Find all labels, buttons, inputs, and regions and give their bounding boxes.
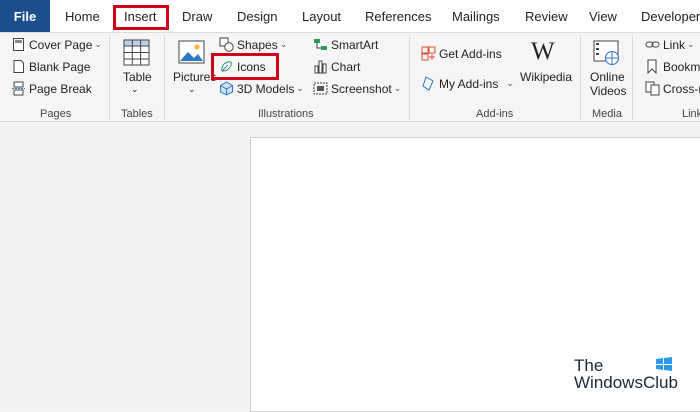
group-label-addins: Add-ins: [476, 108, 514, 120]
bookmark-button[interactable]: Bookma: [645, 59, 700, 74]
tab-home[interactable]: Home: [65, 0, 100, 32]
pictures-icon: [178, 40, 205, 64]
cover-page-button[interactable]: Cover Page ⌄: [11, 37, 102, 52]
chevron-down-icon: ⌄: [393, 83, 402, 93]
screenshot-icon: [313, 82, 328, 95]
chevron-down-icon: ⌄: [279, 39, 288, 49]
group-separator: [164, 36, 165, 120]
group-label-tables: Tables: [121, 108, 153, 120]
chevron-down-icon: ⌄: [188, 84, 196, 94]
cross-reference-button[interactable]: Cross-re: [645, 81, 700, 96]
chevron-down-icon: ⌄: [94, 39, 102, 49]
smartart-button[interactable]: SmartArt: [313, 37, 378, 52]
chevron-down-icon: ⌄: [131, 84, 139, 94]
store-icon: [421, 46, 436, 61]
cover-page-icon: [13, 38, 24, 51]
tab-review[interactable]: Review: [525, 0, 568, 32]
3d-cube-icon: [220, 81, 233, 96]
shapes-icon: [219, 37, 234, 52]
windows-flag-icon: [656, 357, 672, 371]
group-separator: [580, 36, 581, 120]
smartart-icon: [314, 39, 327, 50]
3d-models-button[interactable]: 3D Models ⌄: [219, 81, 304, 96]
group-separator: [109, 36, 110, 120]
icons-button-highlight: [211, 53, 279, 80]
page-break-icon: [12, 81, 25, 96]
chevron-down-icon: ⌄: [296, 83, 304, 93]
tab-references[interactable]: References: [365, 0, 431, 32]
group-label-illustrations: Illustrations: [258, 108, 314, 120]
table-icon: [123, 39, 150, 66]
pictures-button[interactable]: Pictures: [173, 70, 216, 84]
blank-page-icon: [13, 60, 24, 73]
tab-design[interactable]: Design: [237, 0, 277, 32]
wikipedia-icon: W: [531, 38, 555, 65]
table-button[interactable]: Table: [123, 70, 152, 84]
insert-tab-highlight: [113, 5, 169, 30]
tab-draw[interactable]: Draw: [182, 0, 212, 32]
group-label-media: Media: [592, 108, 622, 120]
tab-file[interactable]: File: [0, 0, 50, 32]
blank-page-button[interactable]: Blank Page: [11, 59, 90, 74]
group-label-pages: Pages: [40, 108, 72, 120]
online-videos-line1[interactable]: Online: [590, 70, 625, 84]
chevron-down-icon: ⌄: [506, 78, 514, 88]
my-addins-button[interactable]: My Add-ins ⌄: [421, 76, 514, 91]
ribbon-tab-bar: File Home Insert Draw Design Layout Refe…: [0, 0, 700, 32]
addins-icon: [422, 76, 434, 91]
online-video-icon: [593, 40, 619, 65]
group-separator: [632, 36, 633, 120]
get-addins-button[interactable]: Get Add-ins: [421, 46, 502, 61]
wikipedia-button[interactable]: Wikipedia: [520, 70, 572, 84]
shapes-button[interactable]: Shapes ⌄: [219, 37, 287, 52]
online-videos-line2[interactable]: Videos: [590, 84, 626, 98]
cross-reference-icon: [645, 81, 660, 96]
tab-layout[interactable]: Layout: [302, 0, 341, 32]
page-break-button[interactable]: Page Break: [11, 81, 92, 96]
chart-icon: [314, 60, 327, 74]
screenshot-button[interactable]: Screenshot ⌄: [313, 81, 401, 96]
tab-developer[interactable]: Developer: [641, 0, 700, 32]
tab-view[interactable]: View: [589, 0, 617, 32]
bookmark-icon: [647, 59, 657, 74]
chart-button[interactable]: Chart: [313, 59, 360, 74]
group-separator: [409, 36, 410, 120]
link-button[interactable]: Link ⌄: [645, 37, 695, 52]
link-icon: [645, 41, 660, 48]
group-label-links: Link: [682, 108, 700, 120]
chevron-down-icon: ⌄: [687, 39, 695, 49]
tab-mailings[interactable]: Mailings: [452, 0, 500, 32]
